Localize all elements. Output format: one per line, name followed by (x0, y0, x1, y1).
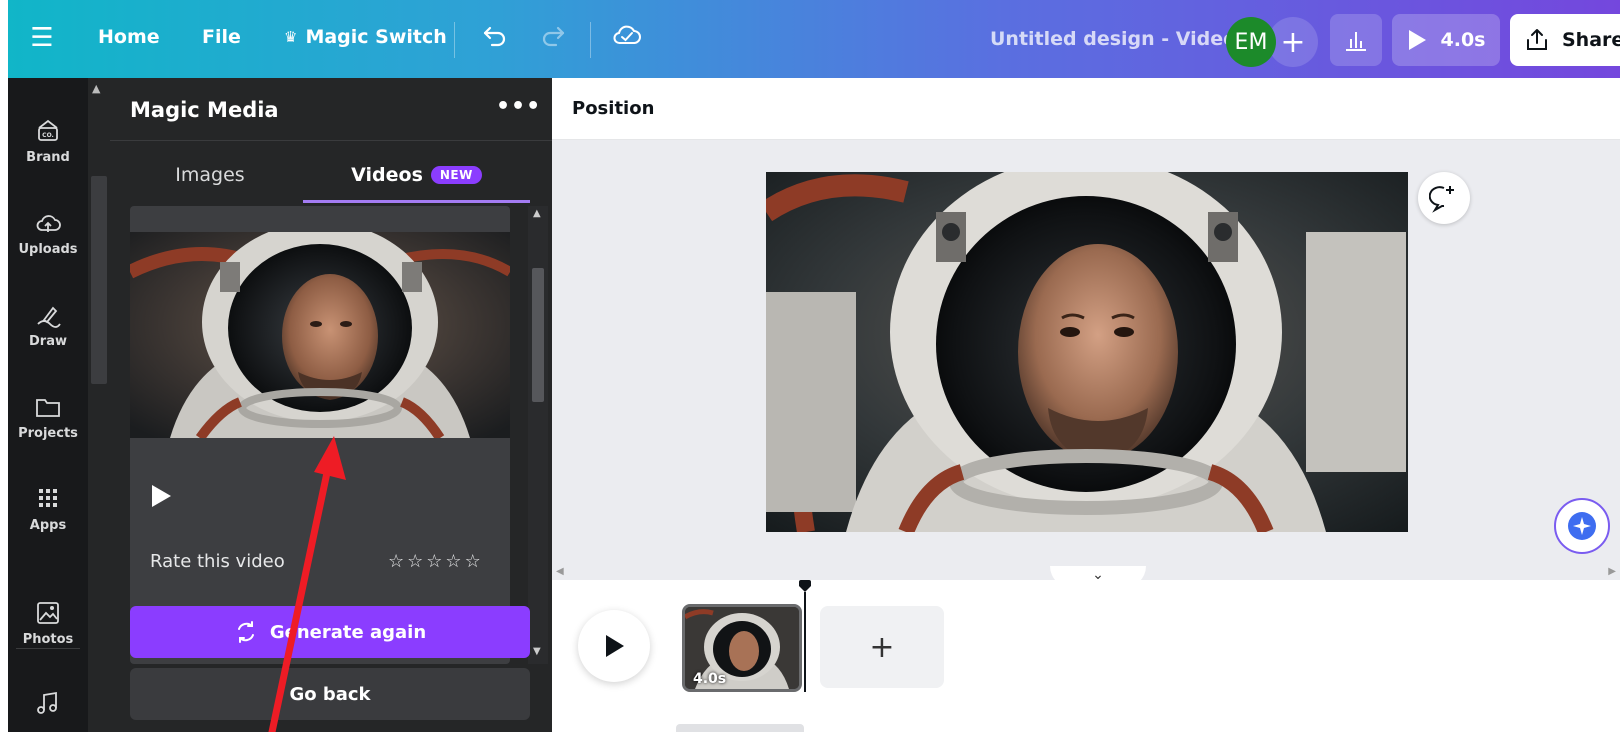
avatar[interactable]: EM (1226, 17, 1276, 67)
comment-plus-icon (1429, 186, 1454, 213)
plus-icon: + (1280, 24, 1306, 60)
new-badge: NEW (430, 166, 482, 184)
clip-duration: 4.0s (693, 671, 727, 687)
timeline-play-button[interactable] (578, 610, 650, 682)
rail-label: Apps (29, 518, 67, 533)
add-comment-button[interactable] (1418, 172, 1470, 224)
scroll-up-arrow-icon[interactable]: ▲ (92, 82, 100, 95)
tab-videos-label: Videos (351, 164, 423, 186)
rail-item-projects[interactable]: Projects (8, 394, 88, 441)
more-options-icon[interactable]: ••• (496, 94, 541, 119)
go-back-button[interactable]: Go back (130, 668, 530, 720)
video-play-icon[interactable] (150, 484, 172, 512)
play-icon (606, 635, 624, 657)
active-tab-indicator (303, 200, 530, 203)
image-icon (37, 602, 59, 624)
timeline-scroll-indicator (676, 724, 804, 732)
rail-scrollbar[interactable]: ▲ (88, 78, 110, 732)
undo-icon[interactable] (478, 22, 512, 56)
canvas-area (552, 140, 1620, 566)
rating-stars: ☆ ☆ ☆ ☆ ☆ (388, 551, 481, 572)
redo-icon[interactable] (536, 22, 570, 56)
rail-item-audio[interactable] (8, 690, 88, 722)
panel-divider (110, 140, 552, 141)
toolbar-divider (454, 22, 455, 58)
insights-button[interactable] (1330, 14, 1382, 66)
upload-cloud-icon (36, 215, 61, 232)
editor-context-toolbar: Position (552, 78, 1620, 140)
rail-item-uploads[interactable]: Uploads (8, 210, 88, 257)
magic-media-panel: Magic Media ••• Images Videos NEW Rate t… (110, 78, 552, 732)
rail-item-apps[interactable]: Apps (8, 486, 88, 533)
play-icon (1408, 30, 1426, 50)
timeline-clip[interactable]: 4.0s (682, 604, 802, 692)
top-toolbar: ☰ Home File ♛ Magic Switch Untitled desi… (0, 0, 1620, 78)
rail-label: Projects (18, 426, 78, 441)
file-menu-button[interactable]: File (202, 26, 241, 48)
share-label: Share (1562, 29, 1620, 51)
generate-again-button[interactable]: Generate again (130, 606, 530, 658)
tab-images[interactable]: Images (130, 164, 290, 186)
playhead-marker-icon[interactable] (798, 580, 812, 594)
magic-assistant-button[interactable] (1554, 498, 1610, 554)
tab-images-label: Images (175, 164, 245, 186)
crown-icon: ♛ (284, 28, 298, 46)
refresh-icon (237, 621, 254, 643)
rate-video-label: Rate this video (150, 551, 285, 572)
sparkle-icon (1568, 512, 1596, 540)
playhead-line[interactable] (804, 592, 806, 692)
toolbar-divider (590, 22, 591, 58)
astronaut-canvas-image[interactable] (766, 172, 1408, 532)
design-title[interactable]: Untitled design - Video (990, 28, 1236, 50)
generate-again-label: Generate again (269, 621, 427, 643)
apps-grid-icon (39, 489, 57, 507)
rail-label: Photos (22, 632, 74, 647)
add-page-button[interactable]: + (820, 606, 944, 688)
rail-label: Uploads (18, 242, 78, 257)
bar-chart-icon (1346, 32, 1366, 51)
rail-label: Draw (29, 334, 67, 349)
star-icon[interactable]: ☆ (445, 551, 461, 572)
home-button[interactable]: Home (98, 26, 160, 48)
magic-switch-label: Magic Switch (305, 26, 447, 48)
cloud-saved-icon[interactable] (610, 22, 644, 56)
rail-divider (16, 648, 80, 649)
rail-item-photos[interactable]: Photos (8, 600, 88, 647)
brand-icon: CO. (38, 119, 58, 141)
folder-icon (36, 399, 60, 417)
star-icon[interactable]: ☆ (407, 551, 423, 572)
music-note-icon (37, 691, 57, 714)
left-nav-rail: CO. Brand Uploads Draw Projects Apps Pho… (8, 78, 88, 732)
timeline: 4.0s + (552, 580, 1620, 732)
draw-icon (37, 306, 61, 328)
panel-scrollbar[interactable]: ▲ ▼ (528, 206, 548, 664)
rail-item-draw[interactable]: Draw (8, 302, 88, 349)
rail-label: Brand (26, 150, 70, 165)
astronaut-video-thumbnail[interactable] (130, 232, 510, 438)
scroll-right-arrow-icon[interactable]: ▶ (1608, 566, 1616, 577)
play-duration: 4.0s (1440, 29, 1486, 51)
generated-video-card[interactable]: Rate this video ☆ ☆ ☆ ☆ ☆ (130, 206, 510, 664)
scroll-up-arrow-icon[interactable]: ▲ (533, 208, 541, 219)
design-canvas[interactable] (766, 172, 1408, 532)
star-icon[interactable]: ☆ (426, 551, 442, 572)
scrollbar-thumb[interactable] (532, 268, 544, 402)
panel-title: Magic Media (130, 98, 279, 122)
position-button[interactable]: Position (572, 98, 654, 119)
star-icon[interactable]: ☆ (465, 551, 481, 572)
present-play-button[interactable]: 4.0s (1392, 14, 1500, 66)
scroll-down-arrow-icon[interactable]: ▼ (533, 646, 541, 657)
share-upload-icon (1527, 29, 1547, 50)
left-edge (0, 0, 8, 732)
plus-icon: + (869, 629, 895, 665)
tab-videos[interactable]: Videos NEW (303, 164, 530, 186)
magic-switch-button[interactable]: ♛ Magic Switch (284, 26, 447, 48)
star-icon[interactable]: ☆ (388, 551, 404, 572)
svg-text:CO.: CO. (42, 132, 54, 139)
rail-item-brand[interactable]: CO. Brand (8, 118, 88, 165)
hamburger-menu-icon[interactable]: ☰ (28, 24, 56, 52)
scroll-left-arrow-icon[interactable]: ◀ (556, 566, 564, 577)
share-button[interactable]: Share (1510, 14, 1620, 66)
scrollbar-thumb[interactable] (91, 176, 107, 384)
